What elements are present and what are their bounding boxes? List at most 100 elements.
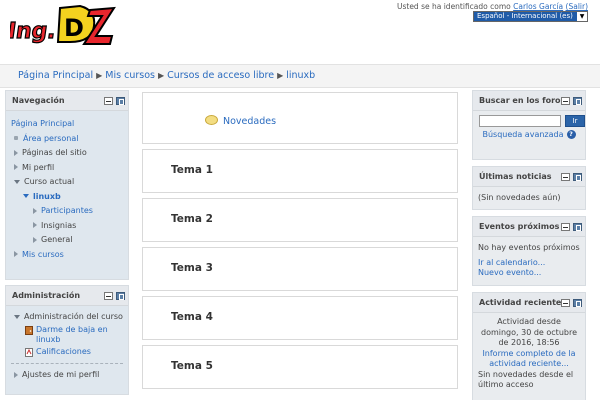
dock-icon[interactable] bbox=[573, 223, 582, 231]
section-title: Tema 5 bbox=[171, 360, 213, 372]
nav-item-my-courses[interactable]: Mis cursos bbox=[11, 248, 123, 263]
login-info: Usted se ha identificado como Carlos Gar… bbox=[397, 2, 588, 11]
nav-item-label[interactable]: Mis cursos bbox=[22, 250, 64, 259]
right-column: Buscar en los foros Ir Búsqueda avanzada… bbox=[472, 88, 586, 400]
logout-link[interactable]: (Salir) bbox=[566, 2, 588, 11]
nav-item-profile[interactable]: Mi perfil bbox=[11, 161, 123, 176]
nav-item-participants[interactable]: Participantes bbox=[11, 204, 123, 219]
forum-search-input[interactable] bbox=[479, 115, 561, 127]
news-label[interactable]: Novedades bbox=[223, 116, 276, 127]
site-logo[interactable]: Ing. D bbox=[10, 2, 116, 46]
dock-icon[interactable] bbox=[116, 97, 125, 105]
nav-item-current-course[interactable]: Curso actual bbox=[11, 175, 123, 190]
help-icon[interactable]: ? bbox=[566, 130, 576, 139]
new-event-link[interactable]: Nuevo evento... bbox=[478, 268, 541, 277]
nav-item-general[interactable]: General bbox=[11, 233, 123, 248]
breadcrumb-my-courses[interactable]: Mis cursos bbox=[105, 70, 155, 81]
latest-news-empty: (Sin novedades aún) bbox=[478, 193, 561, 202]
recent-activity-title: Actividad reciente bbox=[479, 298, 562, 307]
chevron-right-icon bbox=[14, 164, 18, 170]
activity-since: Actividad desde domingo, 30 de octubre d… bbox=[481, 317, 577, 347]
nav-item-course[interactable]: linuxb bbox=[11, 190, 123, 205]
dock-icon[interactable] bbox=[116, 292, 125, 300]
breadcrumb-free-courses[interactable]: Cursos de acceso libre bbox=[167, 70, 274, 81]
admin-course[interactable]: Administración del curso bbox=[11, 310, 123, 325]
nav-item-dashboard[interactable]: Área personal bbox=[11, 132, 123, 147]
collapse-icon[interactable] bbox=[561, 299, 570, 307]
recent-activity-header: Actividad reciente bbox=[473, 293, 585, 313]
nav-item-label[interactable]: Área personal bbox=[23, 134, 79, 143]
login-prefix: Usted se ha identificado como bbox=[396, 2, 514, 11]
latest-news-body: (Sin novedades aún) bbox=[473, 187, 585, 208]
user-name-link[interactable]: Carlos García bbox=[513, 2, 563, 11]
breadcrumb-separator-icon: ▶ bbox=[157, 71, 165, 80]
news-forum-link[interactable]: Novedades bbox=[205, 115, 276, 127]
chevron-right-icon bbox=[33, 236, 37, 243]
navigation-block: Navegación Página Principal Área persona… bbox=[5, 90, 129, 280]
upcoming-events-title: Eventos próximos bbox=[479, 222, 560, 231]
breadcrumb-course[interactable]: linuxb bbox=[286, 70, 315, 81]
section-topic-4: Tema 4 bbox=[142, 296, 458, 340]
nav-item-site-pages[interactable]: Páginas del sitio bbox=[11, 146, 123, 161]
latest-news-title: Últimas noticias bbox=[479, 172, 552, 181]
upcoming-events-block: Eventos próximos No hay eventos próximos… bbox=[472, 216, 586, 286]
dock-icon[interactable] bbox=[573, 173, 582, 181]
advanced-search-link[interactable]: Búsqueda avanzada bbox=[482, 130, 563, 139]
collapse-icon[interactable] bbox=[561, 173, 570, 181]
admin-unenrol-link[interactable]: Darme de baja en linuxb bbox=[36, 325, 118, 345]
section-title: Tema 1 bbox=[171, 164, 213, 176]
collapse-icon[interactable] bbox=[561, 223, 570, 231]
section-topic-1: Tema 1 bbox=[142, 149, 458, 193]
admin-course-label: Administración del curso bbox=[24, 312, 123, 321]
section-title: Tema 3 bbox=[171, 262, 213, 274]
section-topic-5: Tema 5 bbox=[142, 345, 458, 389]
nav-item-label[interactable]: linuxb bbox=[33, 192, 61, 201]
nav-item-label[interactable]: Participantes bbox=[41, 206, 93, 215]
chevron-down-icon bbox=[14, 179, 20, 184]
calendar-link[interactable]: Ir al calendario... bbox=[478, 258, 545, 267]
dock-icon[interactable] bbox=[573, 299, 582, 307]
latest-news-header: Últimas noticias bbox=[473, 167, 585, 187]
breadcrumb-separator-icon: ▶ bbox=[277, 71, 284, 80]
admin-grades[interactable]: Calificaciones bbox=[11, 345, 123, 360]
breadcrumb: Página Principal ▶ Mis cursos ▶ Cursos de ac… bbox=[0, 64, 600, 88]
divider bbox=[11, 363, 123, 364]
section-general: Novedades bbox=[142, 92, 458, 144]
section-title: Tema 4 bbox=[171, 311, 213, 323]
forum-search-title: Buscar en los foros bbox=[479, 96, 566, 105]
svg-text:Ing.: Ing. bbox=[10, 18, 58, 44]
chevron-right-icon bbox=[14, 251, 18, 257]
language-select[interactable]: Español - Internacional (es) ▼ bbox=[473, 11, 588, 22]
admin-profile-settings-label: Ajustes de mi perfil bbox=[22, 370, 100, 379]
nav-home-link[interactable]: Página Principal bbox=[11, 119, 74, 128]
collapse-icon[interactable] bbox=[561, 97, 570, 105]
bullet-icon bbox=[14, 136, 18, 140]
administration-title: Administración bbox=[12, 291, 81, 300]
nav-item-label: General bbox=[41, 235, 73, 244]
admin-grades-link[interactable]: Calificaciones bbox=[36, 347, 91, 356]
nav-item-badges[interactable]: Insignias bbox=[11, 219, 123, 234]
chevron-right-icon bbox=[33, 222, 37, 228]
nav-item-label: Insignias bbox=[41, 220, 77, 230]
activity-report-link[interactable]: Informe completo de la actividad recient… bbox=[482, 349, 575, 369]
forum-search-header: Buscar en los foros bbox=[473, 91, 585, 111]
page-header: Ing. D Usted se ha identificado como Car… bbox=[0, 0, 600, 62]
chevron-right-icon bbox=[33, 207, 37, 214]
course-content: Novedades Tema 1 Tema 2 Tema 3 Tema 4 Te… bbox=[142, 92, 458, 400]
admin-unenrol[interactable]: Darme de baja en linuxb bbox=[11, 325, 123, 345]
admin-profile-settings[interactable]: Ajustes de mi perfil bbox=[11, 368, 123, 383]
navigation-tree: Página Principal Área personal Páginas d… bbox=[6, 111, 128, 279]
nav-item-label: Mi perfil bbox=[22, 162, 55, 172]
section-topic-3: Tema 3 bbox=[142, 247, 458, 291]
left-column: Navegación Página Principal Área persona… bbox=[5, 88, 129, 400]
dock-icon[interactable] bbox=[573, 97, 582, 105]
advanced-search: Búsqueda avanzada? bbox=[473, 130, 585, 139]
collapse-icon[interactable] bbox=[104, 292, 113, 300]
forum-search-button[interactable]: Ir bbox=[565, 115, 585, 127]
collapse-icon[interactable] bbox=[104, 97, 113, 105]
nav-home[interactable]: Página Principal bbox=[11, 117, 123, 132]
administration-block-header: Administración bbox=[6, 286, 128, 306]
svg-text:D: D bbox=[64, 14, 84, 42]
breadcrumb-home[interactable]: Página Principal bbox=[18, 70, 93, 81]
section-title: Tema 2 bbox=[171, 213, 213, 225]
